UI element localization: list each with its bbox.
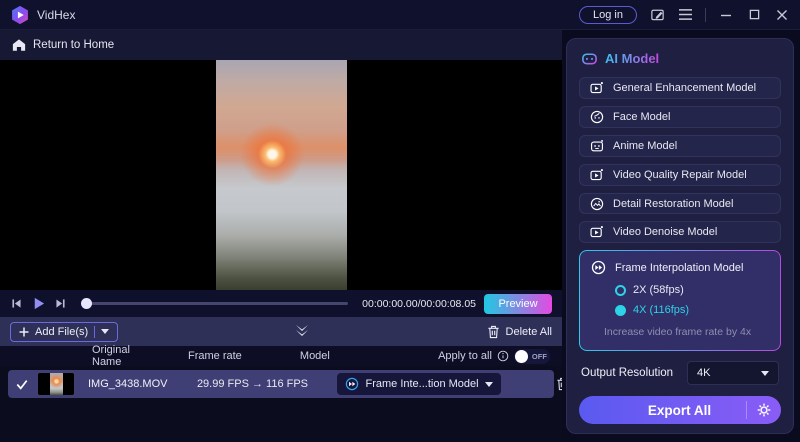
add-files-caret-icon	[101, 329, 110, 334]
maximize-icon[interactable]	[746, 7, 762, 23]
minimize-icon[interactable]	[718, 7, 734, 23]
header-frame-rate: Frame rate	[188, 350, 242, 362]
row-checkmark-icon[interactable]	[16, 379, 38, 390]
plus-icon	[19, 327, 29, 336]
export-all-label: Export All	[647, 402, 712, 418]
time-display: 00:00:00.00/00:00:08.05	[362, 297, 476, 310]
add-files-button[interactable]: Add File(s)	[10, 321, 119, 342]
frame-rate-value: 29.99 FPS → 116 FPS	[196, 378, 309, 390]
video-preview-area	[0, 60, 562, 290]
app-title: VidHex	[37, 7, 76, 22]
face-icon	[590, 110, 604, 123]
header-model: Model	[299, 350, 330, 362]
model-frame-interpolation[interactable]: Frame Interpolation Model	[591, 260, 769, 275]
export-all-button[interactable]: Export All	[579, 396, 781, 425]
resolution-caret-icon	[761, 370, 769, 376]
panel-title: AI Model	[605, 51, 660, 66]
model-detail-restoration[interactable]: Detail Restoration Model	[579, 192, 781, 215]
model-label: Anime Model	[613, 139, 678, 152]
row-model-label: Frame Inte...tion Model	[365, 378, 479, 390]
delete-all-label: Delete All	[505, 325, 552, 338]
file-list-empty-space	[0, 398, 562, 442]
option-2x[interactable]: 2X (58fps)	[615, 284, 769, 296]
model-anime[interactable]: Anime Model	[579, 134, 781, 157]
radio-checked-icon	[615, 304, 626, 316]
file-toolbar: Add File(s) Delete All	[0, 317, 562, 346]
model-label: General Enhancement Model	[613, 81, 757, 94]
menu-icon[interactable]	[677, 7, 693, 23]
titlebar-separator	[705, 7, 706, 22]
file-table-header: Original Name Frame rate Model Apply to …	[0, 344, 562, 368]
timeline-slider[interactable]	[81, 298, 349, 310]
trash-icon	[487, 325, 499, 338]
file-name: IMG_3438.MOV	[88, 378, 168, 390]
add-files-label: Add File(s)	[35, 325, 89, 338]
option-4x-label: 4X (116fps)	[633, 304, 690, 317]
row-model-dropdown[interactable]: Frame Inte...tion Model	[337, 373, 501, 395]
feedback-icon[interactable]	[649, 7, 665, 23]
output-resolution-select[interactable]: 4K	[687, 361, 779, 386]
apply-to-all-label: Apply to all	[438, 350, 492, 362]
output-resolution-label: Output Resolution	[581, 367, 674, 380]
video-thumbnail	[38, 373, 74, 395]
option-4x[interactable]: 4X (116fps)	[615, 304, 769, 316]
toggle-knob	[514, 349, 528, 363]
model-description: Increase video frame rate by 4x	[604, 326, 752, 339]
model-general-enhancement[interactable]: General Enhancement Model	[579, 77, 781, 99]
fast-forward-icon	[591, 261, 606, 275]
collapse-list-icon[interactable]	[294, 324, 310, 338]
model-video-denoise[interactable]: Video Denoise Model	[579, 221, 781, 244]
frame-interpolation-icon	[346, 377, 359, 391]
repair-play-icon	[590, 168, 603, 180]
robot-icon	[582, 53, 597, 65]
row-model-caret-icon	[484, 381, 493, 387]
model-face[interactable]: Face Model	[579, 105, 781, 128]
toggle-state-label: OFF	[531, 351, 547, 361]
video-frame[interactable]	[215, 60, 347, 290]
file-row[interactable]: IMG_3438.MOV 29.99 FPS → 116 FPS Frame I…	[8, 370, 568, 398]
enhancement-play-icon	[590, 81, 603, 94]
login-button[interactable]: Log in	[579, 5, 637, 24]
anime-face-icon	[591, 139, 604, 152]
timeline-thumb[interactable]	[81, 298, 92, 309]
apply-to-all-toggle[interactable]: OFF	[513, 348, 550, 364]
app-logo-icon	[12, 5, 28, 24]
close-icon[interactable]	[774, 7, 790, 23]
output-resolution-value: 4K	[697, 367, 711, 380]
preview-button[interactable]: Preview	[484, 293, 552, 314]
panel-header: AI Model	[581, 50, 781, 67]
denoise-play-icon	[590, 226, 603, 238]
add-files-divider	[94, 325, 96, 338]
header-original-name: Original Name	[92, 344, 130, 368]
selected-model-label: Frame Interpolation Model	[615, 261, 744, 274]
ai-model-panel: AI Model General Enhancement Model Face …	[566, 38, 794, 434]
return-home-button[interactable]: Return to Home	[0, 30, 562, 60]
next-frame-icon[interactable]	[54, 297, 67, 310]
model-label: Video Denoise Model	[613, 226, 718, 239]
option-2x-label: 2X (58fps)	[633, 284, 684, 297]
main-area: Return to Home 00:00:00.00/00:00:08.05 P…	[0, 30, 568, 442]
playback-bar: 00:00:00.00/00:00:08.05 Preview	[0, 290, 562, 317]
play-icon[interactable]	[31, 296, 46, 311]
return-home-label: Return to Home	[33, 39, 115, 51]
delete-all-button[interactable]: Delete All	[487, 325, 552, 339]
titlebar: VidHex Log in	[0, 0, 800, 30]
info-icon[interactable]	[497, 350, 509, 362]
thumbnail-image	[49, 373, 63, 395]
export-settings-gear-icon[interactable]	[747, 402, 781, 418]
previous-frame-icon[interactable]	[10, 297, 23, 310]
model-label: Video Quality Repair Model	[613, 168, 747, 181]
model-label: Detail Restoration Model	[613, 197, 734, 210]
radio-unchecked-icon	[615, 284, 626, 296]
model-frame-interpolation-card: Frame Interpolation Model 2X (58fps) 4X …	[579, 250, 781, 352]
home-icon	[12, 39, 26, 51]
image-restore-icon	[590, 197, 604, 210]
model-video-quality-repair[interactable]: Video Quality Repair Model	[579, 163, 781, 186]
timeline-track	[81, 302, 349, 305]
model-label: Face Model	[613, 110, 671, 123]
app-window: VidHex Log in Return to Home 00:00:00.00…	[0, 0, 800, 442]
sidebar: AI Model General Enhancement Model Face …	[562, 30, 800, 442]
output-resolution-row: Output Resolution 4K	[581, 361, 779, 386]
